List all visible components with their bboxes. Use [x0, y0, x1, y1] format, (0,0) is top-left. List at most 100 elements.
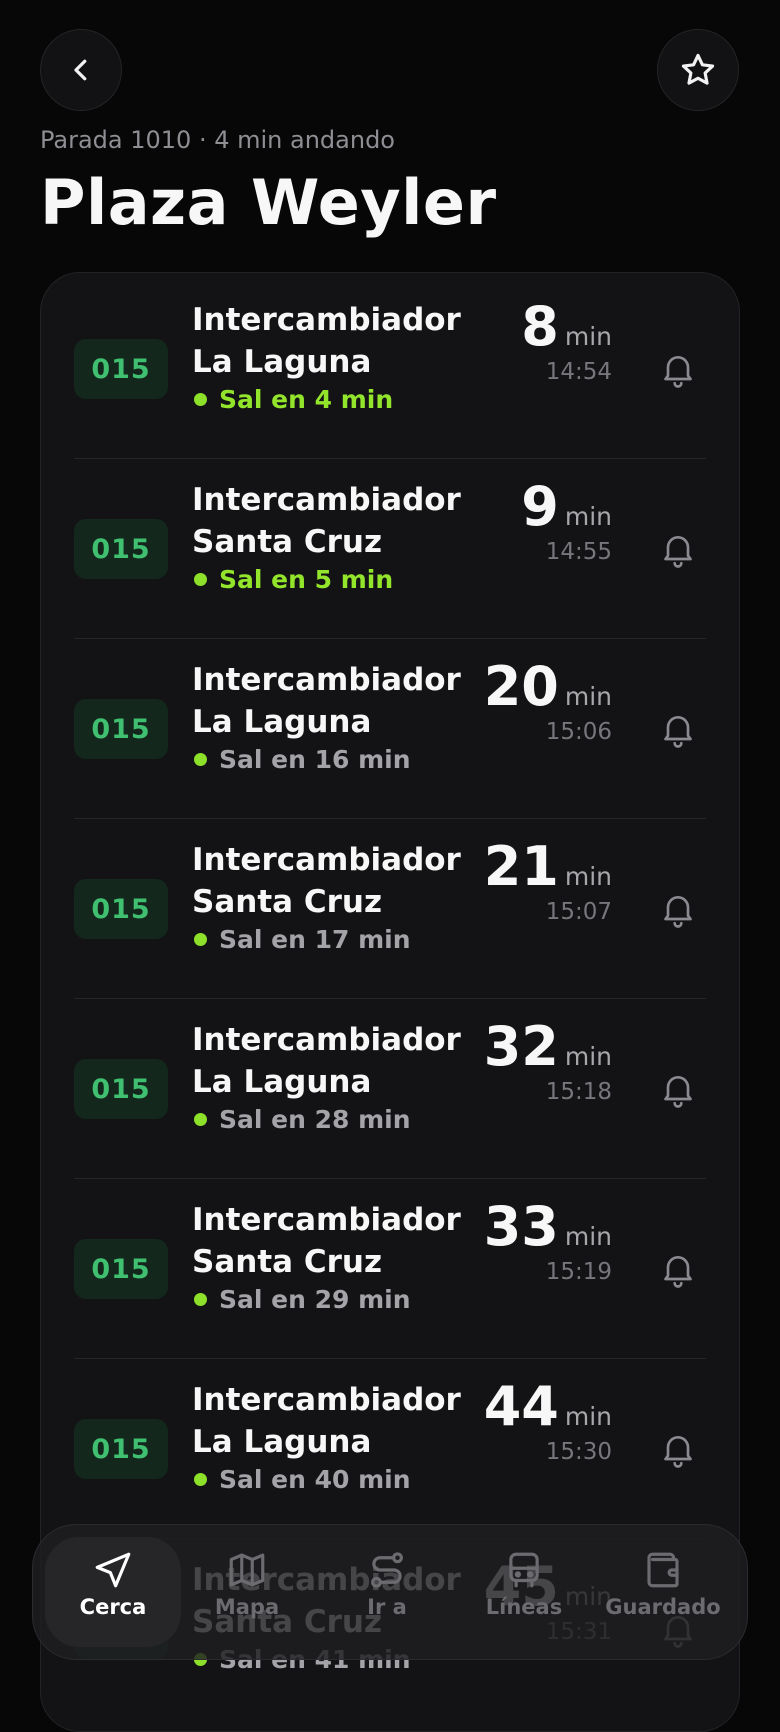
destination: Intercambiador La Laguna: [192, 1019, 492, 1103]
eta: 44 min: [484, 1375, 612, 1439]
departure-row[interactable]: 015 Intercambiador La Laguna Sal en 4 mi…: [74, 279, 706, 459]
leave-in-text: Sal en 5 min: [219, 565, 394, 594]
eta: 32 min: [484, 1015, 612, 1079]
tab-lneas[interactable]: Líneas: [456, 1537, 592, 1647]
leave-in-status: Sal en 28 min: [192, 1105, 411, 1134]
leave-in-status: Sal en 29 min: [192, 1285, 411, 1314]
bell-icon[interactable]: [658, 349, 698, 389]
chevron-left-icon: [74, 59, 87, 81]
destination-line-2: La Laguna: [192, 704, 372, 740]
eta-unit: min: [564, 502, 612, 531]
leave-in-status: Sal en 4 min: [192, 385, 393, 414]
line-badge: 015: [74, 1419, 168, 1479]
eta-unit: min: [564, 1042, 612, 1071]
line-badge: 015: [74, 519, 168, 579]
departure-row[interactable]: 015 Intercambiador La Laguna Sal en 40 m…: [74, 1359, 706, 1539]
eta: 8 min: [521, 295, 612, 359]
eta-minutes: 44: [483, 1375, 559, 1438]
departures-list: 015 Intercambiador La Laguna Sal en 4 mi…: [40, 272, 740, 1732]
arrival-time: 14:55: [545, 539, 612, 565]
destination-line-2: La Laguna: [192, 1064, 372, 1100]
star-icon: [681, 53, 715, 85]
departure-row[interactable]: 015 Intercambiador La Laguna Sal en 16 m…: [74, 639, 706, 819]
arrival-time: 15:06: [545, 719, 612, 745]
page-title: Plaza Weyler: [40, 166, 497, 239]
destination: Intercambiador Santa Cruz: [192, 479, 492, 563]
eta-unit: min: [564, 322, 612, 351]
status-dot: [194, 933, 207, 946]
leave-in-text: Sal en 17 min: [219, 925, 411, 954]
eta: 21 min: [484, 835, 612, 899]
destination: Intercambiador Santa Cruz: [192, 839, 492, 923]
eta: 9 min: [521, 475, 612, 539]
bell-icon[interactable]: [658, 889, 698, 929]
stop-info: Parada 1010 · 4 min andando: [40, 126, 395, 154]
status-dot: [194, 1473, 207, 1486]
tab-label: Cerca: [79, 1595, 147, 1619]
tab-label: Líneas: [485, 1595, 563, 1619]
eta: 33 min: [484, 1195, 612, 1259]
leave-in-text: Sal en 16 min: [219, 745, 411, 774]
line-badge: 015: [74, 1239, 168, 1299]
leave-in-text: Sal en 28 min: [219, 1105, 411, 1134]
eta-unit: min: [564, 1402, 612, 1431]
map-icon: [229, 1553, 265, 1587]
destination-line-1: Intercambiador: [192, 302, 461, 338]
leave-in-status: Sal en 17 min: [192, 925, 411, 954]
bell-icon[interactable]: [658, 1069, 698, 1109]
status-dot: [194, 393, 207, 406]
tab-label: Ir a: [367, 1595, 407, 1619]
destination-line-1: Intercambiador: [192, 1382, 461, 1418]
eta-unit: min: [564, 862, 612, 891]
favorite-button[interactable]: [657, 29, 739, 111]
leave-in-text: Sal en 29 min: [219, 1285, 411, 1314]
line-badge: 015: [74, 1059, 168, 1119]
status-dot: [194, 573, 207, 586]
destination-line-1: Intercambiador: [192, 1022, 461, 1058]
back-button[interactable]: [40, 29, 122, 111]
destination-line-1: Intercambiador: [192, 1202, 461, 1238]
tab-label: Guardado: [605, 1595, 721, 1619]
tab-label: Mapa: [214, 1595, 280, 1619]
line-badge: 015: [74, 879, 168, 939]
eta-unit: min: [564, 682, 612, 711]
destination-line-2: Santa Cruz: [192, 884, 382, 920]
tab-cerca[interactable]: Cerca: [45, 1537, 181, 1647]
destination-line-2: La Laguna: [192, 1424, 372, 1460]
leave-in-text: Sal en 40 min: [219, 1465, 411, 1494]
route-icon: [371, 1552, 403, 1588]
leave-in-status: Sal en 40 min: [192, 1465, 411, 1494]
eta: 20 min: [484, 655, 612, 719]
bell-icon[interactable]: [658, 529, 698, 569]
tab-ira[interactable]: Ir a: [319, 1537, 455, 1647]
bell-icon[interactable]: [658, 1249, 698, 1289]
leave-in-status: Sal en 16 min: [192, 745, 411, 774]
destination: Intercambiador La Laguna: [192, 659, 492, 743]
eta-minutes: 9: [521, 475, 559, 538]
destination-line-2: Santa Cruz: [192, 1244, 382, 1280]
tab-guardado[interactable]: Guardado: [595, 1537, 731, 1647]
departure-row[interactable]: 015 Intercambiador Santa Cruz Sal en 29 …: [74, 1179, 706, 1359]
arrival-time: 15:19: [545, 1259, 612, 1285]
leave-in-status: Sal en 5 min: [192, 565, 393, 594]
departure-row[interactable]: 015 Intercambiador Santa Cruz Sal en 5 m…: [74, 459, 706, 639]
navigation-arrow-icon: [95, 1552, 131, 1588]
destination: Intercambiador La Laguna: [192, 1379, 492, 1463]
arrival-time: 14:54: [545, 359, 612, 385]
departure-row[interactable]: 015 Intercambiador La Laguna Sal en 28 m…: [74, 999, 706, 1179]
eta-minutes: 8: [521, 295, 559, 358]
eta-unit: min: [564, 1222, 612, 1251]
bell-icon[interactable]: [658, 1429, 698, 1469]
leave-in-text: Sal en 4 min: [219, 385, 394, 414]
departure-row[interactable]: 015 Intercambiador Santa Cruz Sal en 17 …: [74, 819, 706, 999]
arrival-time: 15:18: [545, 1079, 612, 1105]
wallet-icon: [647, 1552, 679, 1588]
bus-icon: [509, 1552, 539, 1588]
bell-icon[interactable]: [658, 709, 698, 749]
destination-line-2: Santa Cruz: [192, 524, 382, 560]
tab-mapa[interactable]: Mapa: [179, 1537, 315, 1647]
line-badge: 015: [74, 699, 168, 759]
eta-minutes: 21: [483, 835, 559, 898]
eta-minutes: 20: [483, 655, 559, 718]
destination: Intercambiador La Laguna: [192, 299, 492, 383]
